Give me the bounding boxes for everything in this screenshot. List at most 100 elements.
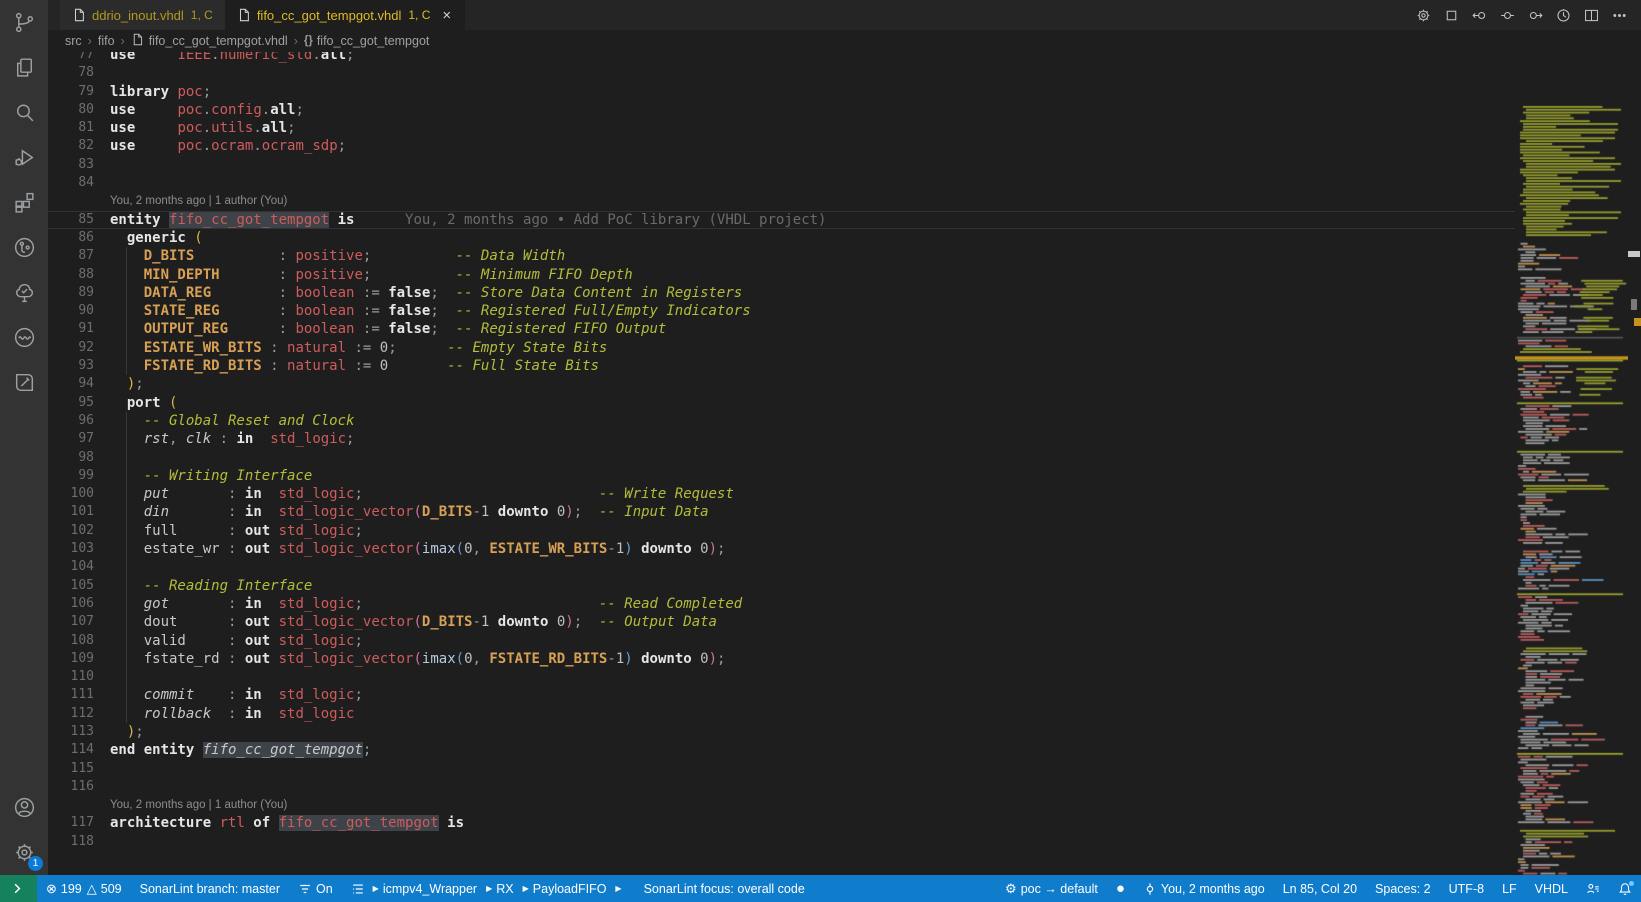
code-line-81[interactable]: 81use poc.utils.all; — [48, 119, 1515, 137]
code-line-99[interactable]: 99 -- Writing Interface — [48, 467, 1515, 485]
line-number[interactable]: 87 — [48, 247, 110, 265]
line-number[interactable]: 99 — [48, 467, 110, 485]
line-number[interactable]: 98 — [48, 449, 110, 467]
code-line-95[interactable]: 95 port ( — [48, 394, 1515, 412]
symbol-path[interactable]: ▶icmpv4_Wrapper▶RX▶PayloadFIFO▶ — [342, 875, 635, 902]
line-number[interactable]: 108 — [48, 632, 110, 650]
code-line-90[interactable]: 90 STATE_REG : boolean := false; -- Regi… — [48, 302, 1515, 320]
line-number[interactable]: 116 — [48, 778, 110, 796]
settings-gear-icon[interactable]: 1 — [0, 830, 48, 875]
line-number[interactable]: 107 — [48, 613, 110, 631]
explorer-icon[interactable] — [0, 45, 48, 90]
line-number[interactable]: 86 — [48, 229, 110, 247]
code-line-96[interactable]: 96 -- Global Reset and Clock — [48, 412, 1515, 430]
line-number[interactable]: 77 — [48, 52, 110, 64]
code-line-84[interactable]: 84 — [48, 174, 1515, 192]
code-line-92[interactable]: 92 ESTATE_WR_BITS : natural := 0; -- Emp… — [48, 339, 1515, 357]
line-number[interactable]: 106 — [48, 595, 110, 613]
problems-badge[interactable]: ⊗199△509 — [37, 875, 131, 902]
status-dot[interactable]: ● — [1107, 875, 1134, 902]
code-line-107[interactable]: 107 dout : out std_logic_vector(D_BITS-1… — [48, 613, 1515, 631]
code-line-114[interactable]: 114end entity fifo_cc_got_tempgot; — [48, 741, 1515, 759]
notifications-bell[interactable] — [1609, 875, 1641, 902]
nav-forward-circle-icon[interactable] — [1521, 2, 1549, 28]
history-icon[interactable] — [1549, 2, 1577, 28]
code-line-109[interactable]: 109 fstate_rd : out std_logic_vector(ima… — [48, 650, 1515, 668]
code-line-110[interactable]: 110 — [48, 668, 1515, 686]
search-icon[interactable] — [0, 90, 48, 135]
code-line-89[interactable]: 89 DATA_REG : boolean := false; -- Store… — [48, 284, 1515, 302]
line-number[interactable]: 83 — [48, 156, 110, 174]
tab-ddrio-inout[interactable]: ddrio_inout.vhdl 1, C — [60, 0, 225, 30]
line-number[interactable]: 101 — [48, 503, 110, 521]
line-number[interactable]: 112 — [48, 705, 110, 723]
git-history-icon[interactable] — [0, 225, 48, 270]
line-number[interactable]: 93 — [48, 357, 110, 375]
code-line-86[interactable]: 86 generic ( — [48, 229, 1515, 247]
breadcrumb-item-fifo[interactable]: fifo — [98, 34, 115, 48]
sonarlint-branch[interactable]: SonarLint branch: master — [131, 875, 289, 902]
code-line-108[interactable]: 108 valid : out std_logic; — [48, 632, 1515, 650]
code-line-97[interactable]: 97 rst, clk : in std_logic; — [48, 430, 1515, 448]
notes-icon[interactable] — [0, 360, 48, 405]
code-line-117[interactable]: 117architecture rtl of fifo_cc_got_tempg… — [48, 814, 1515, 832]
line-number[interactable]: 89 — [48, 284, 110, 302]
code-line-83[interactable]: 83 — [48, 156, 1515, 174]
more-actions-icon[interactable] — [1605, 2, 1633, 28]
code-line-112[interactable]: 112 rollback : in std_logic — [48, 705, 1515, 723]
split-editor-icon[interactable] — [1577, 2, 1605, 28]
remote-indicator[interactable] — [0, 875, 37, 902]
indentation[interactable]: Spaces: 2 — [1366, 875, 1440, 902]
account-icon[interactable] — [0, 785, 48, 830]
blame-status[interactable]: You, 2 months ago — [1134, 875, 1274, 902]
line-number[interactable]: 103 — [48, 540, 110, 558]
line-number[interactable]: 91 — [48, 320, 110, 338]
code-editor[interactable]: 77use IEEE.numeric_std.all;7879library p… — [48, 52, 1641, 875]
code-line-93[interactable]: 93 FSTATE_RD_BITS : natural := 0 -- Full… — [48, 357, 1515, 375]
code-line-79[interactable]: 79library poc; — [48, 83, 1515, 101]
line-number[interactable]: 114 — [48, 741, 110, 759]
code-line-85[interactable]: 85entity fifo_cc_got_tempgot is You, 2 m… — [48, 211, 1515, 229]
language-mode[interactable]: VHDL — [1526, 875, 1577, 902]
encoding[interactable]: UTF-8 — [1440, 875, 1493, 902]
line-number[interactable]: 90 — [48, 302, 110, 320]
gear-icon[interactable] — [1409, 2, 1437, 28]
code-line-101[interactable]: 101 din : in std_logic_vector(D_BITS-1 d… — [48, 503, 1515, 521]
code-line-80[interactable]: 80use poc.config.all; — [48, 101, 1515, 119]
feedback[interactable] — [1577, 875, 1609, 902]
minimap[interactable] — [1515, 104, 1628, 875]
line-number[interactable]: 94 — [48, 375, 110, 393]
line-number[interactable]: 100 — [48, 485, 110, 503]
line-number[interactable]: 82 — [48, 137, 110, 155]
source-control-graph-icon[interactable] — [0, 0, 48, 45]
line-number[interactable]: 113 — [48, 723, 110, 741]
run-debug-icon[interactable] — [0, 135, 48, 180]
code-line-118[interactable]: 118 — [48, 833, 1515, 851]
code-line-78[interactable]: 78 — [48, 64, 1515, 82]
line-number[interactable]: 84 — [48, 174, 110, 192]
line-number[interactable]: 81 — [48, 119, 110, 137]
extensions-icon[interactable] — [0, 180, 48, 225]
line-number[interactable]: 97 — [48, 430, 110, 448]
code-line-115[interactable]: 115 — [48, 760, 1515, 778]
line-number[interactable]: 115 — [48, 760, 110, 778]
code-line-111[interactable]: 111 commit : in std_logic; — [48, 686, 1515, 704]
overview-ruler[interactable] — [1628, 104, 1641, 875]
line-number[interactable]: 95 — [48, 394, 110, 412]
code-line-82[interactable]: 82use poc.ocram.ocram_sdp; — [48, 137, 1515, 155]
line-number[interactable]: 117 — [48, 814, 110, 832]
nav-back-circle-icon[interactable] — [1465, 2, 1493, 28]
code-line-104[interactable]: 104 — [48, 558, 1515, 576]
code-line-105[interactable]: 105 -- Reading Interface — [48, 577, 1515, 595]
code-line-91[interactable]: 91 OUTPUT_REG : boolean := false; -- Reg… — [48, 320, 1515, 338]
code-line-94[interactable]: 94 ); — [48, 375, 1515, 393]
code-line-98[interactable]: 98 — [48, 449, 1515, 467]
code-line-113[interactable]: 113 ); — [48, 723, 1515, 741]
breadcrumb-item-fifo-cc-got-tempgot-vhdl[interactable]: fifo_cc_got_tempgot.vhdl — [131, 33, 288, 49]
line-number[interactable]: 79 — [48, 83, 110, 101]
code-line-77[interactable]: 77use IEEE.numeric_std.all; — [48, 52, 1515, 64]
line-number[interactable]: 92 — [48, 339, 110, 357]
line-number[interactable]: 111 — [48, 686, 110, 704]
close-icon[interactable]: × — [440, 7, 453, 24]
line-number[interactable]: 105 — [48, 577, 110, 595]
